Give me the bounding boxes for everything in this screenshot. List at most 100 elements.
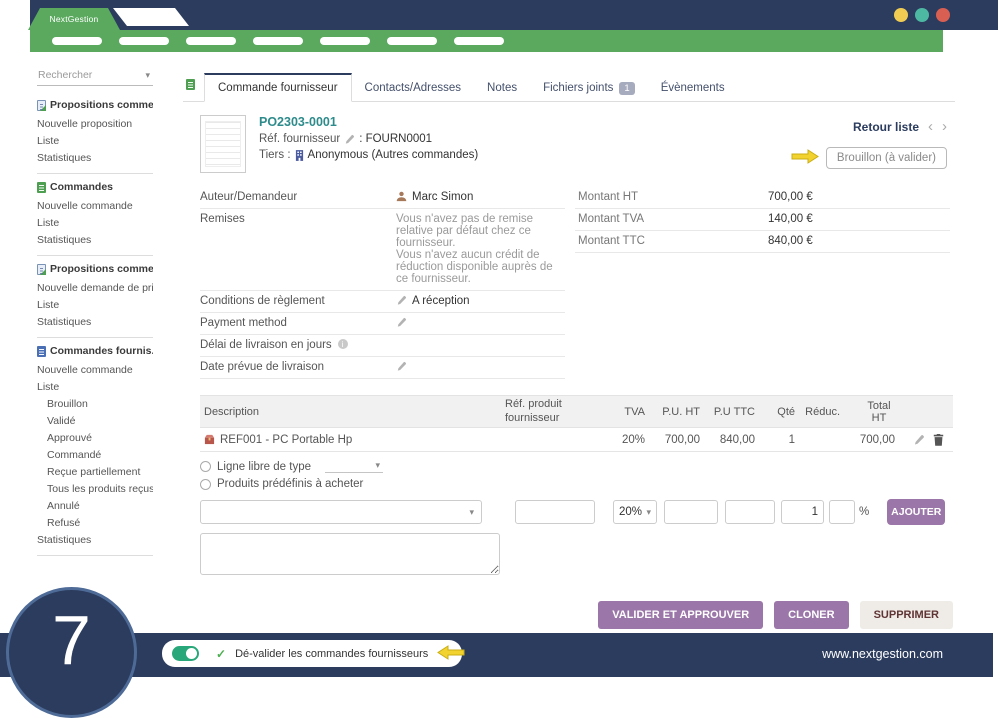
supprimer-button[interactable]: SUPPRIMER	[860, 601, 953, 629]
chevron-right-icon[interactable]: ›	[942, 119, 947, 134]
window-dot-green	[915, 8, 929, 22]
edit-pencil-icon[interactable]	[344, 134, 355, 145]
status-badge-brouillon[interactable]: Brouillon (à valider)	[826, 147, 947, 169]
sidebar-item-liste[interactable]: Liste	[37, 214, 153, 231]
main-content: Commande fournisseur Contacts/Adresses N…	[183, 62, 955, 629]
edit-pencil-icon[interactable]	[396, 295, 407, 306]
radio-produits-predefinis[interactable]	[200, 479, 211, 490]
tab-label: Commande fournisseur	[218, 82, 338, 94]
trash-icon[interactable]	[933, 433, 944, 446]
sidebar-section-commandes[interactable]: Commandes	[37, 181, 153, 193]
percent-label: %	[859, 506, 869, 518]
sidebar-item-brouillon[interactable]: Brouillon	[37, 395, 153, 412]
pu-ht-input[interactable]	[664, 500, 718, 524]
chevron-down-icon: ▾	[469, 507, 474, 518]
tab-fichiers-joints[interactable]: Fichiers joints 1	[530, 75, 648, 101]
tab-contacts-adresses[interactable]: Contacts/Adresses	[352, 75, 475, 101]
sidebar-section-title: Propositions comme...	[50, 263, 153, 275]
sidebar: Rechercher ▾ Propositions comme... Nouve…	[37, 66, 153, 563]
sidebar-item-nouvelle-demande-de-prix[interactable]: Nouvelle demande de prix	[37, 279, 153, 296]
edit-pencil-icon[interactable]	[396, 361, 407, 372]
sidebar-item-refuse[interactable]: Refusé	[37, 514, 153, 531]
tab-bar: Commande fournisseur Contacts/Adresses N…	[183, 73, 955, 102]
sidebar-item-statistiques[interactable]: Statistiques	[37, 313, 153, 330]
tab-commande-fournisseur[interactable]: Commande fournisseur	[204, 73, 352, 102]
qty-input[interactable]	[781, 500, 824, 524]
ref-produit-input[interactable]	[515, 500, 595, 524]
chevron-down-icon: ▾	[145, 70, 150, 81]
sidebar-item-valide[interactable]: Validé	[37, 412, 153, 429]
window-dot-red	[936, 8, 950, 22]
toggle-switch-on[interactable]	[172, 646, 199, 661]
radio-ligne-libre[interactable]	[200, 461, 211, 472]
sidebar-item-statistiques[interactable]: Statistiques	[37, 231, 153, 248]
sidebar-section-title: Commandes fournis...	[50, 345, 153, 357]
sidebar-section-propositions-1[interactable]: Propositions comme...	[37, 99, 153, 111]
sidebar-item-liste[interactable]: Liste	[37, 132, 153, 149]
sidebar-item-approuve[interactable]: Approuvé	[37, 429, 153, 446]
back-to-list-link[interactable]: Retour liste	[853, 120, 919, 134]
tab-notes[interactable]: Notes	[474, 75, 530, 101]
sidebar-item-nouvelle-commande[interactable]: Nouvelle commande	[37, 361, 153, 378]
product-description[interactable]: REF001 - PC Portable Hp	[220, 434, 352, 446]
sidebar-divider	[37, 555, 153, 556]
document-thumbnail[interactable]	[200, 115, 246, 173]
brand-name: NextGestion	[50, 14, 99, 24]
reduc-input[interactable]	[829, 500, 855, 524]
edit-pencil-icon[interactable]	[396, 317, 407, 328]
valider-et-approuver-button[interactable]: VALIDER ET APPROUVER	[598, 601, 763, 629]
toggle-label: Dé-valider les commandes fournisseurs	[235, 648, 428, 660]
tab-evenements[interactable]: Évènements	[648, 75, 738, 101]
sidebar-item-liste[interactable]: Liste	[37, 296, 153, 313]
nav-menu-item[interactable]	[52, 37, 102, 45]
info-icon[interactable]	[338, 339, 348, 349]
nav-menu-item[interactable]	[320, 37, 370, 45]
sidebar-section-propositions-2[interactable]: Propositions comme...	[37, 263, 153, 275]
sidebar-item-commande[interactable]: Commandé	[37, 446, 153, 463]
chevron-down-icon: ▾	[375, 460, 380, 471]
col-pu-ht: P.U. HT	[645, 406, 700, 418]
footer-setting-pill: ✓ Dé-valider les commandes fournisseurs	[162, 640, 462, 667]
nav-menu-item[interactable]	[454, 37, 504, 45]
sidebar-item-statistiques[interactable]: Statistiques	[37, 149, 153, 166]
pu-ttc-input[interactable]	[725, 500, 775, 524]
tva-select[interactable]: 20% ▾	[613, 500, 657, 524]
sidebar-item-recue-partiellement[interactable]: Reçue partiellement	[37, 463, 153, 480]
tiers-label: Tiers :	[259, 149, 291, 161]
detail-row-remises: Remises Vous n'avez pas de remise relati…	[200, 209, 565, 291]
line-description-textarea[interactable]	[200, 533, 500, 575]
ajouter-button[interactable]: AJOUTER	[887, 499, 945, 525]
amount-label: Montant TTC	[578, 235, 768, 247]
line-type-select[interactable]: ▾	[325, 460, 383, 473]
product-select[interactable]: ▾	[200, 500, 482, 524]
tab-label: Fichiers joints	[543, 82, 613, 94]
tiers-value[interactable]: Anonymous (Autres commandes)	[308, 149, 479, 161]
sidebar-section-commandes-fournisseurs[interactable]: Commandes fournis...	[37, 345, 153, 357]
author-value: Marc Simon	[412, 191, 473, 203]
ref-fournisseur-label: Réf. fournisseur	[259, 133, 340, 145]
cloner-button[interactable]: CLONER	[774, 601, 848, 629]
step-number: 7	[52, 600, 91, 680]
sidebar-search-select[interactable]: Rechercher ▾	[37, 66, 153, 86]
sidebar-item-statistiques[interactable]: Statistiques	[37, 531, 153, 548]
sidebar-item-liste[interactable]: Liste	[37, 378, 153, 395]
order-details-table: Auteur/Demandeur Marc Simon Remises Vous…	[200, 187, 565, 379]
detail-label: Remises	[200, 213, 396, 285]
sidebar-item-tous-les-produits-recus[interactable]: Tous les produits reçus	[37, 480, 153, 497]
nav-menu-item[interactable]	[186, 37, 236, 45]
sidebar-item-nouvelle-proposition[interactable]: Nouvelle proposition	[37, 115, 153, 132]
order-number: PO2303-0001	[259, 115, 478, 129]
attachment-count-badge: 1	[619, 82, 634, 95]
sidebar-divider	[37, 173, 153, 174]
remises-line-2: Vous n'avez aucun crédit de réduction di…	[396, 249, 565, 285]
sidebar-item-nouvelle-commande[interactable]: Nouvelle commande	[37, 197, 153, 214]
nav-menu-item[interactable]	[387, 37, 437, 45]
nav-menu-item[interactable]	[253, 37, 303, 45]
edit-pencil-icon[interactable]	[913, 433, 925, 446]
chevron-left-icon[interactable]: ‹	[928, 119, 933, 134]
col-pu-ttc: P.U TTC	[700, 406, 755, 418]
sidebar-item-annule[interactable]: Annulé	[37, 497, 153, 514]
commandes-doc-icon	[37, 182, 46, 193]
nav-menu-item[interactable]	[119, 37, 169, 45]
amounts-table: Montant HT 700,00 € Montant TVA 140,00 €…	[575, 187, 950, 379]
